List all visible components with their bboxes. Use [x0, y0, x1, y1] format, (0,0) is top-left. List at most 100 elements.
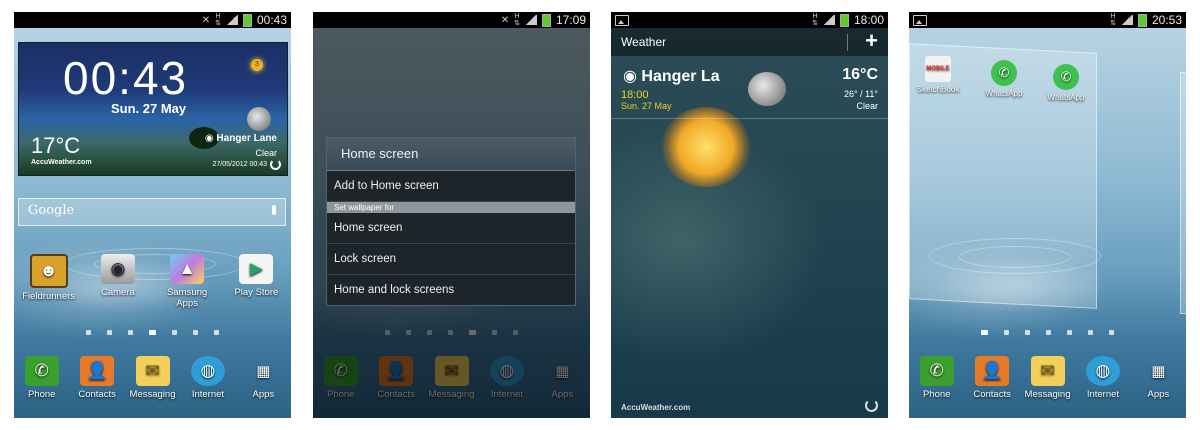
dock-messaging[interactable]: ✉ Messaging	[1020, 348, 1075, 418]
dock-label: Apps	[252, 389, 275, 400]
moon-icon	[247, 107, 271, 131]
page-dot[interactable]	[1004, 330, 1009, 335]
moon-icon	[748, 72, 786, 106]
wallpaper-lock-screen-option[interactable]: Lock screen	[327, 244, 575, 275]
page-dot[interactable]	[1109, 330, 1114, 335]
weather-location[interactable]: ◉ Hanger La	[623, 66, 720, 86]
page-dot[interactable]	[1046, 330, 1051, 335]
app-samsung-apps[interactable]: ▲ Samsung Apps	[157, 254, 217, 309]
dock-internet[interactable]: ◍ Internet	[180, 348, 235, 418]
dock-label: Internet	[1086, 389, 1120, 400]
apps-grid-icon: ▦	[1151, 363, 1166, 380]
weather-local-time: 18:00	[621, 89, 649, 101]
fieldrunners-icon: ☻	[29, 254, 68, 288]
hsdpa-icon: H ⇅	[1110, 13, 1116, 27]
app-label: WhatsApp	[1047, 93, 1085, 102]
dock-label: Contacts	[78, 389, 116, 400]
whatsapp-icon: ✆	[991, 60, 1017, 86]
page-dot[interactable]	[128, 330, 133, 335]
widget-date: Sun. 27 May	[111, 101, 187, 116]
widget-condition: Clear	[255, 148, 277, 158]
phone-icon: ✆	[24, 356, 59, 386]
app-label: Fieldrunners	[22, 291, 76, 302]
page-dot[interactable]	[172, 330, 177, 335]
dock-internet[interactable]: ◍ Internet	[1075, 348, 1130, 418]
refresh-icon[interactable]	[865, 399, 878, 412]
status-time: 00:43	[256, 13, 287, 27]
mute-icon: ✕	[201, 14, 211, 26]
samsung-apps-icon: ▲	[170, 254, 205, 284]
page-dot[interactable]	[107, 330, 112, 335]
add-city-button[interactable]: +	[865, 27, 878, 55]
dock-phone[interactable]: ✆ Phone	[909, 348, 964, 418]
dock-phone[interactable]: ✆ Phone	[14, 348, 69, 418]
battery-icon	[839, 13, 849, 27]
apps-grid-icon: ▦	[256, 363, 271, 380]
app-sketchbook[interactable]: MOBILE SketchBook	[911, 56, 965, 94]
app-play-store[interactable]: ▶ Play Store	[226, 254, 286, 309]
clock-weather-widget[interactable]: 00:43 3 Sun. 27 May 17°C ◉ Hanger Lane C…	[18, 42, 288, 176]
widget-clock-time: 00:43	[63, 52, 189, 104]
signal-icon	[822, 15, 835, 25]
widget-location: ◉ Hanger Lane	[204, 133, 277, 144]
weather-location-label: Hanger La	[641, 68, 720, 85]
messaging-icon: ✉	[135, 356, 170, 386]
sun-icon	[661, 107, 751, 187]
page-indicator	[909, 330, 1186, 335]
page-dot[interactable]	[1088, 330, 1093, 335]
battery-icon	[242, 13, 252, 27]
phone-screen-weather: H ⇅ 18:00 Weather + ◉ Hanger La 18:00 Sun…	[611, 12, 888, 418]
app-label: Camera	[100, 287, 135, 298]
widget-location-label: Hanger Lane	[216, 133, 277, 144]
phone-icon: ✆	[919, 356, 954, 386]
mute-icon: ✕	[500, 14, 510, 26]
page-indicator	[14, 330, 291, 335]
page-dot-active[interactable]	[149, 330, 156, 335]
dock-label: Messaging	[1024, 389, 1071, 400]
play-store-icon: ▶	[239, 254, 274, 284]
app-label: WhatsApp	[985, 89, 1023, 98]
google-search-bar[interactable]: Google	[18, 198, 286, 226]
page-dot[interactable]	[1025, 330, 1030, 335]
page-dot[interactable]	[1067, 330, 1072, 335]
dock-apps[interactable]: ▦ Apps	[1131, 348, 1186, 418]
app-fieldrunners[interactable]: ☻ Fieldrunners	[19, 254, 79, 309]
accuweather-logo: AccuWeather.com	[31, 159, 92, 166]
status-bar: H ⇅ 18:00	[611, 12, 888, 28]
page-dot[interactable]	[193, 330, 198, 335]
sun-icon: 3	[251, 59, 263, 71]
hsdpa-icon: H ⇅	[215, 13, 221, 27]
internet-icon: ◍	[190, 356, 225, 386]
contacts-icon: 👤	[80, 356, 115, 386]
battery-icon	[541, 13, 551, 27]
dock-contacts[interactable]: 👤 Contacts	[964, 348, 1019, 418]
title-separator	[847, 34, 848, 51]
dock-contacts[interactable]: 👤 Contacts	[69, 348, 124, 418]
signal-icon	[225, 15, 238, 25]
app-whatsapp[interactable]: ✆ WhatsApp	[977, 60, 1031, 98]
status-bar: H ⇅ 20:53	[909, 12, 1186, 28]
status-time: 17:09	[555, 13, 586, 27]
contacts-icon: 👤	[975, 356, 1010, 386]
set-wallpaper-section-header: Set wallpaper for	[327, 202, 575, 213]
microphone-icon[interactable]	[272, 205, 276, 215]
home-app-row: ☻ Fieldrunners ◉ Camera ▲ Samsung Apps ▶…	[14, 254, 291, 309]
add-to-home-screen-option[interactable]: Add to Home screen	[327, 171, 575, 202]
widget-updated-time: 27/05/2012 00:43	[212, 161, 268, 168]
wallpaper-home-screen-option[interactable]: Home screen	[327, 213, 575, 244]
app-camera[interactable]: ◉ Camera	[88, 254, 148, 309]
page-dot-active[interactable]	[981, 330, 988, 335]
wallpaper-home-and-lock-option[interactable]: Home and lock screens	[327, 275, 575, 305]
dock-messaging[interactable]: ✉ Messaging	[125, 348, 180, 418]
page-dot[interactable]	[86, 330, 91, 335]
app-whatsapp[interactable]: ✆ WhatsApp	[1039, 64, 1093, 102]
phone-screen-home: ✕ H ⇅ 00:43 00:43 3 Sun. 27 May 17°C ◉ Ha…	[14, 12, 291, 418]
google-search-label: Google	[28, 203, 75, 218]
dock-label: Contacts	[973, 389, 1011, 400]
signal-icon	[524, 15, 537, 25]
page-dot[interactable]	[214, 330, 219, 335]
dock-apps[interactable]: ▦ Apps	[236, 348, 291, 418]
accuweather-logo[interactable]: AccuWeather.com	[621, 403, 690, 412]
dialog-title: Home screen	[327, 138, 575, 171]
refresh-icon[interactable]	[270, 159, 281, 170]
